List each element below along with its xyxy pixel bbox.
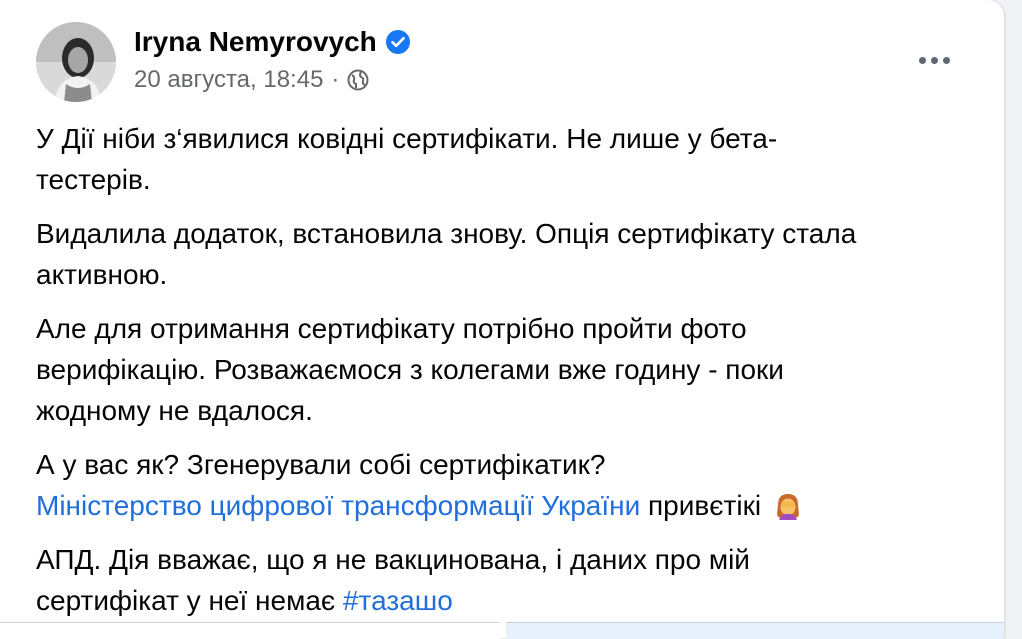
- paragraph-1: У Дії ніби з‘явилися ковідні сертифікати…: [36, 118, 966, 200]
- post-meta: 20 августа, 18:45 ·: [134, 66, 369, 94]
- text-line: жодному не вдалося.: [36, 395, 313, 426]
- post-footer-left: [0, 622, 500, 639]
- post-timestamp[interactable]: 20 августа, 18:45: [134, 66, 323, 94]
- text-line: АПД. Дія вважає, що я не вакцинована, і …: [36, 544, 750, 575]
- paragraph-5: АПД. Дія вважає, що я не вакцинована, і …: [36, 539, 966, 621]
- text-line: У Дії ніби з‘явилися ковідні сертифікати…: [36, 123, 778, 154]
- author-name[interactable]: Iryna Nemyrovych: [134, 26, 377, 58]
- dot-icon: [942, 56, 950, 64]
- mention-link[interactable]: Міністерство цифрової трансформації Укра…: [36, 490, 640, 521]
- dot-icon: [930, 56, 938, 64]
- paragraph-2: Видалила додаток, встановила знову. Опці…: [36, 213, 966, 295]
- paragraph-4: А у вас як? Згенерували собі сертифікати…: [36, 444, 966, 526]
- post-header: Iryna Nemyrovych 20 августа, 18:45 ·: [36, 22, 980, 106]
- post-footer-right: [506, 622, 1004, 639]
- hashtag-link[interactable]: #тазашо: [343, 585, 453, 616]
- text-line: активною.: [36, 259, 168, 290]
- text-line: А у вас як? Згенерували собі сертифікати…: [36, 449, 606, 480]
- paragraph-3: Але для отримання сертифікату потрібно п…: [36, 308, 966, 431]
- globe-icon[interactable]: [347, 69, 369, 91]
- author-name-row: Iryna Nemyrovych: [134, 26, 411, 58]
- post-body: У Дії ніби з‘явилися ковідні сертифікати…: [36, 118, 966, 634]
- facepalm-woman-emoji-icon: [773, 491, 803, 521]
- text-line: Видалила додаток, встановила знову. Опці…: [36, 218, 857, 249]
- author-avatar[interactable]: [36, 22, 116, 102]
- text-line: верифікацію. Розважаємося з колегами вже…: [36, 354, 784, 385]
- text-fragment: привєтікі: [640, 490, 762, 521]
- dot-icon: [918, 56, 926, 64]
- text-fragment: сертифікат у неї немає: [36, 585, 343, 616]
- verified-badge-icon: [385, 29, 411, 55]
- post-card: Iryna Nemyrovych 20 августа, 18:45 · У Д…: [0, 0, 1004, 639]
- more-options-button[interactable]: [914, 50, 954, 70]
- text-line: Але для отримання сертифікату потрібно п…: [36, 313, 747, 344]
- text-line: тестерів.: [36, 164, 151, 195]
- meta-separator: ·: [331, 66, 340, 93]
